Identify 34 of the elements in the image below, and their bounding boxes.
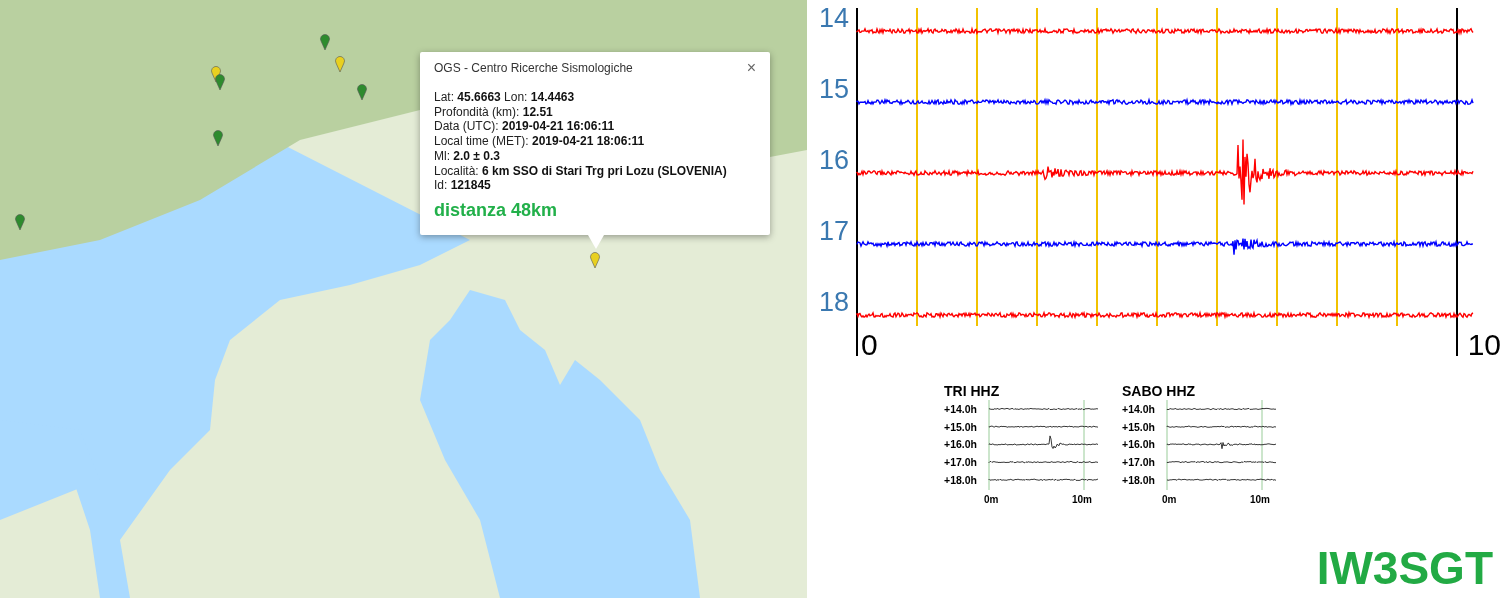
axis-label: 10 <box>1467 328 1501 362</box>
station-title: SABO HHZ <box>1122 382 1197 400</box>
hour-label: 18 <box>819 286 851 319</box>
station-title: TRI HHZ <box>944 382 1001 400</box>
hour-label: +16.0h <box>1122 437 1156 453</box>
axis-label: 10m <box>1250 494 1270 505</box>
hour-label: +17.0h <box>944 455 978 471</box>
event-detail: Local time (MET): 2019-04-21 18:06:11 <box>434 134 646 149</box>
event-detail: Profondità (km): 12.51 <box>434 104 554 120</box>
hour-label: 16 <box>819 144 851 177</box>
close-button[interactable]: × <box>744 60 758 76</box>
hour-label: +18.0h <box>944 472 978 488</box>
axis-label: 0m <box>984 494 999 505</box>
event-detail: Località: 6 km SSO di Stari Trg pri Lozu (SLOVENIA) <box>434 163 728 179</box>
event-detail: Data (UTC): 2019-04-21 16:06:11 <box>434 119 616 135</box>
distance-text: distanza 48km <box>434 199 558 221</box>
event-detail: Ml: 2.0 ± 0.3 <box>434 148 501 164</box>
hour-label: +17.0h <box>1122 455 1156 471</box>
axis-label: 0m <box>1162 494 1177 505</box>
event-detail: Lat: 45.6663 Lon: 14.4463 <box>434 90 576 105</box>
hour-label: 14 <box>819 2 851 35</box>
popup-title: OGS - Centro Ricerche Sismologiche <box>434 61 633 75</box>
hour-label: 15 <box>819 73 851 106</box>
hour-label: +15.0h <box>944 419 978 435</box>
callsign-logo: IW3SGT <box>1316 542 1493 594</box>
axis-label: 0 <box>861 328 878 362</box>
axis-label: 10m <box>1072 494 1092 505</box>
hour-label: 17 <box>819 215 851 248</box>
hour-label: +16.0h <box>944 437 978 453</box>
hour-label: +14.0h <box>1122 402 1156 417</box>
hour-label: +18.0h <box>1122 472 1156 488</box>
hour-label: +14.0h <box>944 402 978 417</box>
event-detail: Id: 121845 <box>434 178 492 193</box>
hour-label: +15.0h <box>1122 419 1156 435</box>
